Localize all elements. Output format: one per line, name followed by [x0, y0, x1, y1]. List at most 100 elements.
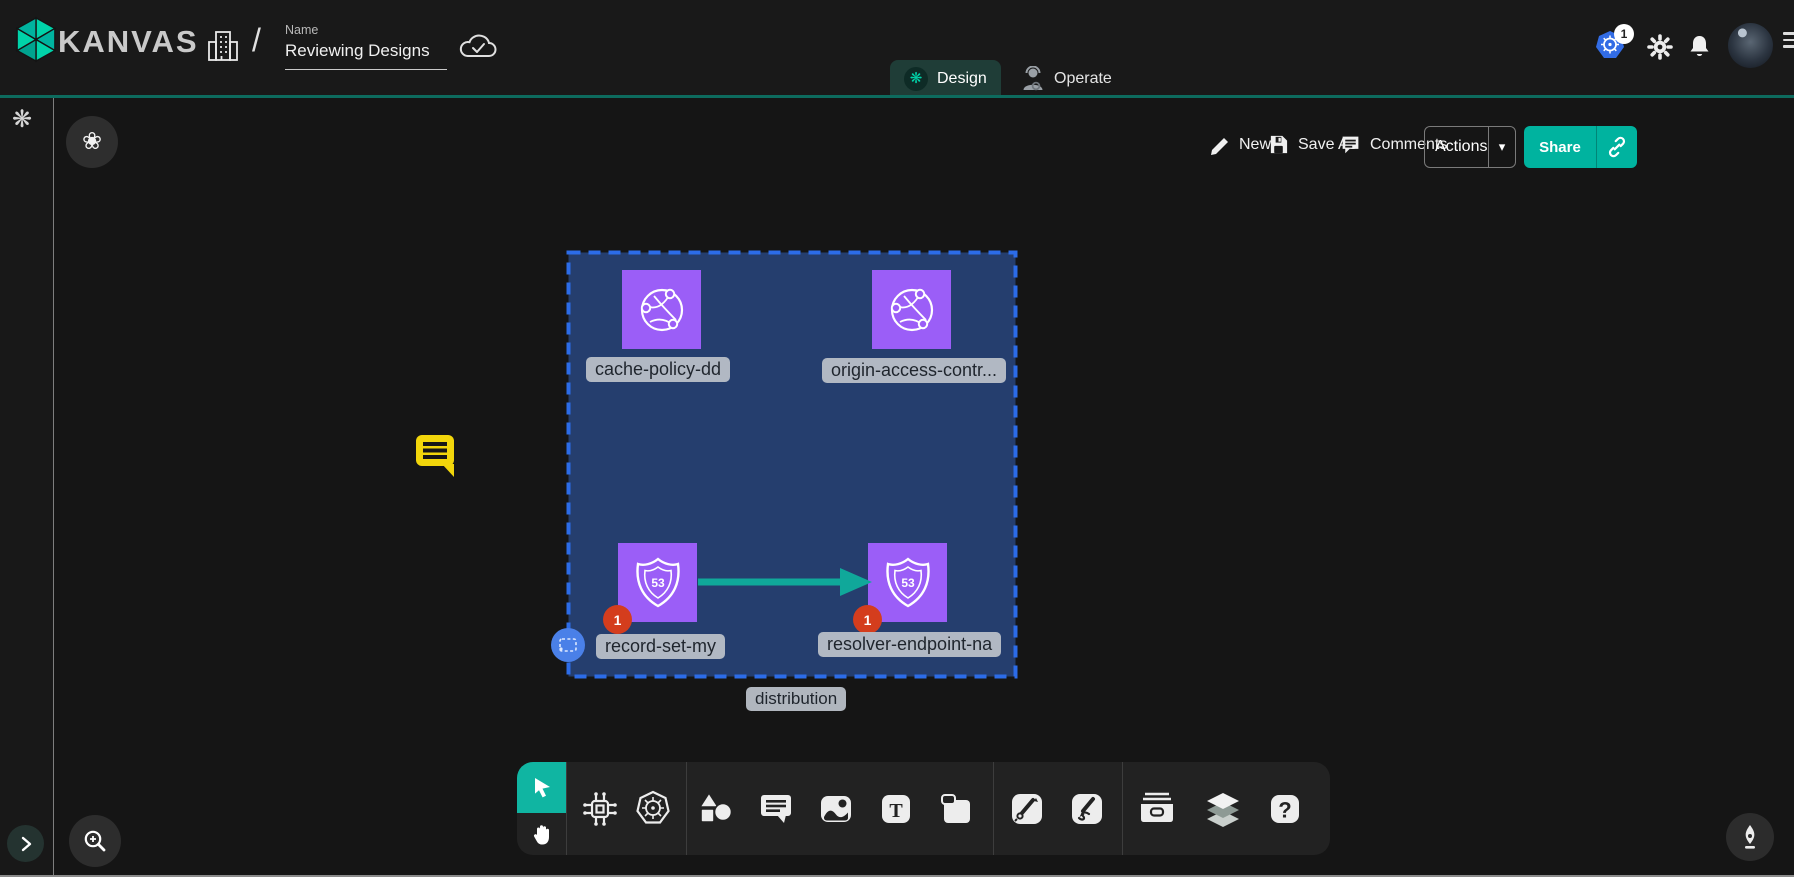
- pen-path-icon: [1007, 789, 1047, 829]
- circuit-chip-icon: [580, 789, 620, 829]
- node-cache-policy[interactable]: [622, 270, 701, 349]
- archive-drawer-tool[interactable]: [1134, 786, 1180, 832]
- svg-text:53: 53: [651, 576, 665, 590]
- logo-wordmark[interactable]: KANVAS: [58, 24, 199, 60]
- components-tool[interactable]: [577, 786, 623, 832]
- design-swirl-icon: ❋: [904, 67, 928, 91]
- chevron-right-icon: [18, 835, 34, 853]
- shapes-tool[interactable]: [693, 786, 739, 832]
- node-label-origin-access-control[interactable]: origin-access-contr...: [822, 358, 1006, 383]
- pencil-sketch-tool[interactable]: [1064, 786, 1110, 832]
- pan-hand-tool[interactable]: [517, 813, 566, 855]
- left-sidebar: ❋: [0, 98, 54, 877]
- annotate-pen-button[interactable]: [1726, 813, 1774, 861]
- link-icon: [1606, 136, 1628, 158]
- new-label: New: [1239, 136, 1271, 154]
- pencil-icon: [1208, 134, 1230, 156]
- node-resolver-endpoint[interactable]: 53: [868, 543, 947, 622]
- kubernetes-wheel-icon: [633, 789, 673, 829]
- cloudfront-globe-icon: [634, 282, 690, 338]
- kanvas-app: KANVAS / Name ❋ Design: [0, 0, 1794, 877]
- user-avatar[interactable]: [1728, 23, 1773, 68]
- flower-icon: ❀: [82, 130, 102, 154]
- route53-shield-icon: 53: [881, 555, 935, 611]
- overflow-menu-icon[interactable]: [1783, 32, 1794, 48]
- svg-text:53: 53: [901, 576, 915, 590]
- question-mark-icon: ?: [1265, 789, 1305, 829]
- node-label-record-set[interactable]: record-set-my: [596, 634, 725, 659]
- design-name-block: Name: [285, 23, 447, 70]
- chevron-down-icon[interactable]: ▾: [1489, 127, 1515, 167]
- header-accent-line: [0, 95, 1794, 98]
- dashed-rect-icon: [558, 637, 578, 653]
- share-label: Share: [1524, 126, 1596, 168]
- group-select-handle[interactable]: [551, 628, 585, 662]
- app-header: KANVAS / Name ❋ Design: [0, 0, 1794, 95]
- node-label-cache-policy[interactable]: cache-policy-dd: [586, 357, 730, 382]
- sidebar-expand-button[interactable]: [7, 825, 44, 862]
- tab-design[interactable]: ❋ Design: [890, 60, 1001, 97]
- design-name-label: Name: [285, 23, 447, 37]
- layers-tool[interactable]: [1200, 786, 1246, 832]
- kubernetes-context-badge: 1: [1614, 24, 1634, 44]
- drawer-icon: [1137, 789, 1177, 829]
- toolbar-divider: [993, 762, 994, 855]
- tab-operate[interactable]: Operate: [1006, 60, 1126, 97]
- hand-icon: [530, 822, 554, 846]
- edge-arrow[interactable]: [695, 564, 875, 600]
- tab-design-label: Design: [937, 70, 987, 88]
- notifications-bell-icon[interactable]: [1686, 33, 1713, 61]
- sticky-note-icon: [936, 789, 976, 829]
- image-icon: [816, 789, 856, 829]
- breadcrumb-separator: /: [252, 22, 261, 59]
- zoom-in-button[interactable]: [69, 815, 121, 867]
- settings-gear-icon[interactable]: [1646, 33, 1674, 61]
- kanvas-logo-icon[interactable]: [13, 16, 59, 63]
- save-state-cloud-icon: [458, 30, 498, 62]
- actions-dropdown-button[interactable]: Actions ▾: [1424, 126, 1516, 168]
- toolbar-divider: [1122, 762, 1123, 855]
- kubernetes-tool[interactable]: [630, 786, 676, 832]
- svg-text:T: T: [889, 800, 903, 822]
- image-tool[interactable]: [813, 786, 859, 832]
- tab-operate-label: Operate: [1054, 70, 1112, 88]
- node-label-resolver-endpoint[interactable]: resolver-endpoint-na: [818, 632, 1001, 657]
- comment-pin-icon[interactable]: [414, 431, 460, 479]
- operate-person-icon: [1020, 66, 1045, 92]
- svg-text:?: ?: [1278, 797, 1291, 822]
- issue-badge-resolver-endpoint[interactable]: 1: [853, 605, 882, 634]
- pen-path-tool[interactable]: [1004, 786, 1050, 832]
- toolbar-divider: [566, 762, 567, 855]
- save-icon: [1268, 134, 1289, 155]
- organization-icon[interactable]: [206, 28, 240, 64]
- group-label-distribution[interactable]: distribution: [746, 687, 846, 711]
- text-T-icon: T: [876, 789, 916, 829]
- select-tool-active[interactable]: [517, 762, 566, 813]
- toolbar-divider: [686, 762, 687, 855]
- copy-link-button[interactable]: [1597, 126, 1637, 168]
- share-button[interactable]: Share: [1524, 126, 1637, 168]
- layers-icon: [1203, 787, 1243, 831]
- node-record-set[interactable]: 53: [618, 543, 697, 622]
- sticky-note-tool[interactable]: [933, 786, 979, 832]
- magnifier-plus-icon: [82, 828, 108, 854]
- canvas-toolbar: T: [517, 762, 1330, 855]
- comment-tool[interactable]: [753, 786, 799, 832]
- text-tool[interactable]: T: [873, 786, 919, 832]
- route53-shield-icon: 53: [631, 555, 685, 611]
- design-name-input[interactable]: [285, 41, 447, 70]
- shapes-icon: [696, 789, 736, 829]
- node-origin-access-control[interactable]: [872, 270, 951, 349]
- cloudfront-globe-icon: [884, 282, 940, 338]
- cursor-arrow-icon: [530, 776, 554, 800]
- comment-bubble-icon: [756, 789, 796, 829]
- pencil-scribble-icon: [1067, 789, 1107, 829]
- widgets-toggle-button[interactable]: ❀: [66, 116, 118, 168]
- new-design-button[interactable]: New: [1208, 134, 1271, 156]
- issue-badge-record-set[interactable]: 1: [603, 605, 632, 634]
- meshery-swirl-icon[interactable]: ❋: [12, 108, 32, 132]
- help-tool[interactable]: ?: [1262, 786, 1308, 832]
- actions-label: Actions: [1425, 127, 1488, 167]
- comments-icon: [1340, 134, 1361, 155]
- pen-nib-icon: [1737, 823, 1763, 851]
